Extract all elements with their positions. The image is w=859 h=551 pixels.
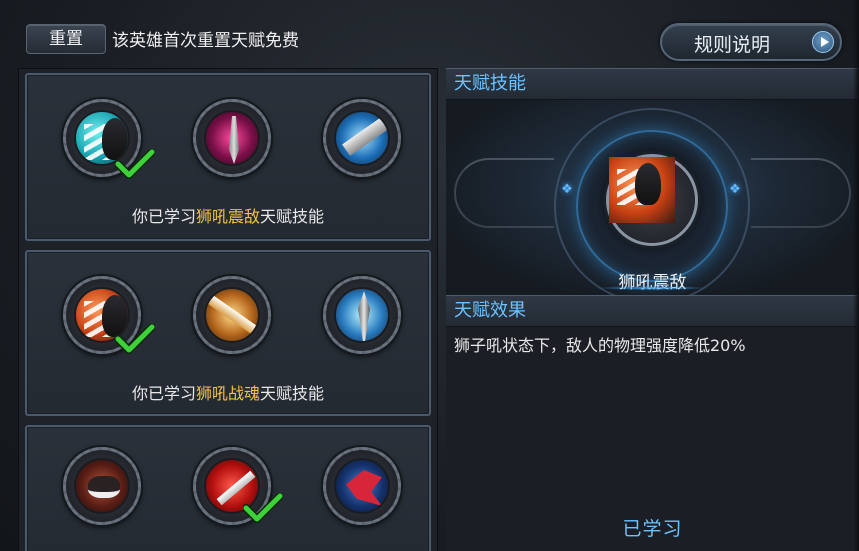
skill-slot-pink-sword[interactable] (193, 99, 271, 177)
lion-roar-icon (609, 157, 675, 223)
checkmark-icon (114, 148, 156, 179)
skill-slot-blue-blade[interactable] (323, 99, 401, 177)
skill-slot-beast-maw[interactable] (63, 447, 141, 525)
talent-detail-panel: 天赋技能 ❖ ❖ 狮吼震敌 天赋效果 狮子吼状态下，敌人的物理强度降低20% 已… (446, 68, 859, 551)
learned-status: 已学习 (622, 518, 683, 540)
effect-section-header: 天赋效果 (446, 295, 859, 327)
rune-icon: ❖ (729, 182, 741, 197)
skill-slot-golden-slash[interactable] (193, 276, 271, 354)
frame-edge (853, 0, 859, 551)
skill-section-header: 天赋技能 (446, 68, 859, 100)
tier-caption: 你已学习狮吼战魂天赋技能 (131, 384, 325, 403)
blue-blade-icon (334, 110, 390, 166)
learned-skill-name: 狮吼震敌 (195, 207, 260, 226)
learned-skill-name: 狮吼战魂 (195, 384, 260, 403)
top-bar: 重置 该英雄首次重置天赋免费 规则说明 (0, 0, 859, 66)
rune-icon: ❖ (561, 182, 573, 197)
rules-button[interactable]: 规则说明 (660, 23, 842, 61)
beast-maw-icon (74, 458, 130, 514)
reset-button[interactable]: 重置 (26, 24, 106, 54)
red-wing-icon (334, 458, 390, 514)
selected-skill-icon (606, 154, 698, 246)
skill-slot-blue-spear[interactable] (323, 276, 401, 354)
skill-display: ❖ ❖ 狮吼震敌 (446, 100, 859, 295)
talent-tier-3 (25, 425, 431, 551)
talent-tier-list: 你已学习狮吼震敌天赋技能 你已学习狮吼战魂天赋技能 (18, 68, 438, 551)
skill-slot-red-wing[interactable] (323, 447, 401, 525)
effect-description: 狮子吼状态下，敌人的物理强度降低20% (454, 336, 746, 355)
pink-sword-icon (204, 110, 260, 166)
checkmark-icon (242, 492, 284, 523)
blue-spear-icon (334, 287, 390, 343)
rules-button-label: 规则说明 (694, 34, 771, 56)
talent-tier-2: 你已学习狮吼战魂天赋技能 (25, 250, 431, 416)
ornament-right (751, 158, 851, 228)
play-arrow-icon (812, 31, 834, 53)
checkmark-icon (114, 323, 156, 354)
talent-tier-1: 你已学习狮吼震敌天赋技能 (25, 73, 431, 241)
tier-caption: 你已学习狮吼震敌天赋技能 (131, 207, 325, 226)
ornament-left (454, 158, 554, 228)
reset-note: 该英雄首次重置天赋免费 (112, 31, 299, 51)
golden-slash-icon (204, 287, 260, 343)
